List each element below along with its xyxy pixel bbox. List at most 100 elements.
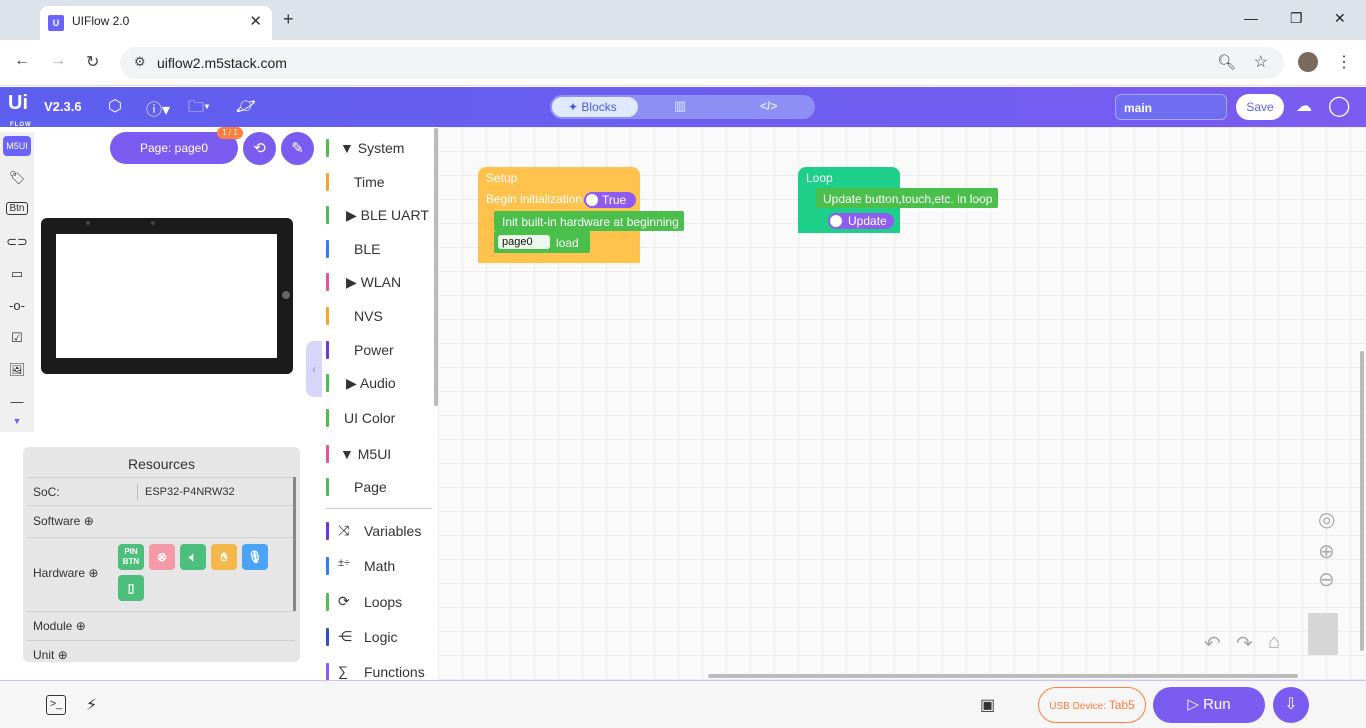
blocks-workspace[interactable]: Setup Begin initialization True Init bui… bbox=[438, 127, 1366, 680]
code-view-icon[interactable]: </> bbox=[760, 99, 777, 113]
module-label[interactable]: Module ⊕ bbox=[33, 619, 86, 633]
terminal-icon[interactable]: >_ bbox=[46, 695, 66, 715]
trash-icon[interactable] bbox=[1308, 613, 1338, 655]
line-widget-icon[interactable]: — bbox=[6, 394, 28, 409]
download-to-device-icon[interactable]: ⇩ bbox=[1273, 687, 1309, 723]
tab-close-icon[interactable]: ✕ bbox=[249, 12, 262, 30]
back-icon[interactable]: ← bbox=[14, 52, 30, 70]
page-dropdown[interactable]: page0 bbox=[498, 235, 550, 249]
button-widget-icon[interactable]: Btn bbox=[6, 202, 28, 215]
browser-menu-icon[interactable]: ⋮ bbox=[1336, 52, 1352, 72]
new-tab-icon[interactable]: + bbox=[283, 9, 294, 30]
rotate-screen-icon[interactable]: ⟲ bbox=[243, 132, 276, 165]
address-bar[interactable]: ⚙ uiflow2.m5stack.com 🔍︎ ☆ bbox=[120, 47, 1284, 79]
recenter-icon[interactable]: ◎ bbox=[1318, 507, 1335, 532]
update-pill[interactable]: Update bbox=[828, 213, 894, 229]
window-close-icon[interactable]: ✕ bbox=[1334, 10, 1346, 27]
category-time[interactable]: Time bbox=[326, 173, 434, 193]
blocks-mode-label: Blocks bbox=[581, 100, 617, 114]
reload-icon[interactable]: ↻ bbox=[86, 52, 99, 72]
category-logic[interactable]: ⋲ Logic bbox=[326, 628, 434, 648]
speaker-hardware-icon[interactable]: 🔈︎ bbox=[180, 544, 206, 570]
run-button[interactable]: ▷ Run bbox=[1153, 687, 1265, 723]
zoom-out-icon[interactable]: ⊖ bbox=[1318, 567, 1335, 592]
resources-panel: Resources SoC: ESP32-P4NRW32 Software ⊕ … bbox=[23, 447, 300, 662]
slider-widget-icon[interactable]: -o- bbox=[6, 298, 28, 313]
workspace-hscroll[interactable] bbox=[708, 674, 1298, 678]
site-settings-icon[interactable]: ⚙ bbox=[134, 54, 146, 70]
unit-row[interactable]: Unit ⊕ bbox=[27, 640, 295, 662]
blocks-mode-button[interactable]: ✦ Blocks bbox=[552, 97, 638, 117]
checkbox-widget-icon[interactable]: ☑ bbox=[6, 330, 28, 346]
bookmark-star-icon[interactable]: ☆ bbox=[1254, 52, 1268, 72]
touch-hardware-icon[interactable]: ✋︎ bbox=[211, 544, 237, 570]
category-m5ui[interactable]: ▼ M5UI bbox=[326, 445, 434, 465]
category-color-bar bbox=[326, 273, 329, 291]
category-color-bar bbox=[326, 628, 329, 646]
zoom-icon[interactable]: 🔍︎ bbox=[1217, 53, 1236, 71]
category-power[interactable]: Power bbox=[326, 341, 434, 361]
undo-icon[interactable]: ↶ bbox=[1204, 631, 1221, 656]
setup-true-toggle[interactable]: True bbox=[584, 192, 636, 208]
microphone-hardware-icon[interactable]: 🎙︎ bbox=[242, 544, 268, 570]
software-row[interactable]: Software ⊕ bbox=[27, 505, 295, 537]
forward-icon[interactable]: → bbox=[50, 52, 66, 70]
planet-icon[interactable]: 🪐︎ bbox=[236, 96, 256, 116]
toggle-widget-icon[interactable]: ▭ bbox=[6, 266, 28, 282]
split-view-icon[interactable]: ▥ bbox=[674, 98, 686, 114]
loop-block[interactable]: Loop Update button,touch,etc. in loop Up… bbox=[798, 167, 998, 235]
switch-widget-icon[interactable]: ⊂⊃ bbox=[6, 234, 28, 250]
pin-button-hardware-icon[interactable]: PIN BTN bbox=[118, 544, 144, 570]
category-variables[interactable]: ⤨ Variables bbox=[326, 522, 434, 542]
image-widget-icon[interactable]: 🖼︎ bbox=[6, 362, 28, 378]
zoom-in-icon[interactable]: ⊕ bbox=[1318, 539, 1335, 564]
setup-block[interactable]: Setup Begin initialization True Init bui… bbox=[478, 167, 684, 265]
category-math[interactable]: ±÷ Math bbox=[326, 557, 434, 577]
cleanup-broom-icon[interactable]: ⌂ bbox=[1268, 631, 1280, 654]
browser-tab[interactable]: U UIFlow 2.0 ✕ bbox=[40, 6, 272, 40]
hardware-label[interactable]: Hardware ⊕ bbox=[33, 566, 98, 580]
update-loop-block[interactable]: Update button,touch,etc. in loop bbox=[816, 188, 998, 208]
category-ble-uart[interactable]: ▶ BLE UART bbox=[326, 206, 434, 226]
device-button-icon bbox=[282, 291, 290, 299]
maximize-icon[interactable]: ❐ bbox=[1290, 10, 1303, 27]
device-manager-icon[interactable]: ▣ bbox=[980, 695, 995, 715]
category-functions[interactable]: ∑ Functions bbox=[326, 663, 434, 680]
settings-hex-icon[interactable]: ⬡ bbox=[108, 96, 122, 116]
m5ui-tag[interactable]: M5UI bbox=[3, 136, 31, 156]
account-icon[interactable]: ◯ bbox=[1328, 93, 1350, 118]
sdcard-hardware-icon[interactable]: ▯ bbox=[118, 575, 144, 601]
module-row[interactable]: Module ⊕ bbox=[27, 611, 295, 640]
workspace-vscroll[interactable] bbox=[1360, 351, 1364, 651]
usb-device-selector[interactable]: USB Device: Tab5 bbox=[1038, 687, 1146, 723]
magic-edit-icon[interactable]: ✎ bbox=[281, 132, 314, 165]
category-ui-color[interactable]: UI Color bbox=[326, 409, 434, 429]
category-audio[interactable]: ▶ Audio bbox=[326, 374, 434, 394]
software-label[interactable]: Software ⊕ bbox=[33, 514, 94, 528]
folder-icon[interactable]: 🗀▾ bbox=[188, 96, 210, 123]
redo-icon[interactable]: ↷ bbox=[1236, 631, 1253, 656]
page-load-block[interactable]: page0 load bbox=[494, 231, 590, 253]
file-name-input[interactable]: main bbox=[1115, 94, 1227, 120]
flash-firmware-icon[interactable]: ⚡︎ bbox=[86, 695, 97, 715]
power-hardware-icon[interactable]: ⊗ bbox=[149, 544, 175, 570]
category-ble[interactable]: BLE bbox=[326, 240, 434, 260]
label-tag-icon[interactable]: 🏷︎ bbox=[6, 170, 28, 186]
category-system[interactable]: ▼ System bbox=[326, 139, 434, 159]
category-wlan[interactable]: ▶ WLAN bbox=[326, 273, 434, 293]
unit-label[interactable]: Unit ⊕ bbox=[33, 648, 68, 662]
category-page[interactable]: Page bbox=[326, 478, 434, 498]
init-hardware-block[interactable]: Init built-in hardware at beginning bbox=[494, 211, 684, 231]
minimize-icon[interactable]: — bbox=[1244, 10, 1258, 26]
save-button[interactable]: Save bbox=[1236, 94, 1284, 120]
cloud-icon[interactable]: ☁ bbox=[1296, 96, 1312, 116]
category-loops[interactable]: ⟳ Loops bbox=[326, 593, 434, 613]
category-nvs[interactable]: NVS bbox=[326, 307, 434, 327]
profile-avatar[interactable] bbox=[1298, 52, 1318, 72]
collapse-panel-chevron-icon[interactable]: ‹ bbox=[306, 341, 322, 397]
device-screen[interactable] bbox=[56, 234, 277, 358]
resources-scrollbar[interactable] bbox=[293, 477, 296, 611]
soc-label: SoC: bbox=[33, 485, 60, 499]
help-icon[interactable]: ⓘ▾ bbox=[146, 96, 170, 120]
more-down-icon[interactable]: ▼ bbox=[6, 416, 28, 426]
